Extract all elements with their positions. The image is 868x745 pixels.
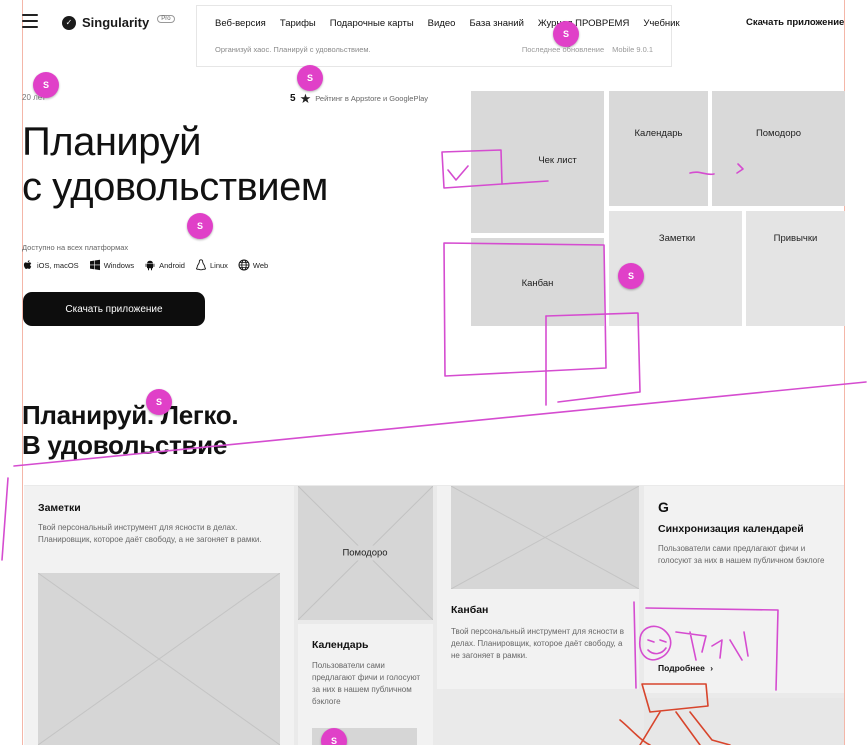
card-notes-image (38, 573, 280, 745)
last-update-version: Mobile 9.0.1 (612, 45, 653, 54)
tile-calendar[interactable]: Календарь (609, 91, 708, 206)
more-link-label: Подробнее (658, 663, 705, 673)
card-notes[interactable]: Заметки Твой персональный инструмент для… (24, 486, 294, 745)
platform-windows-label: Windows (103, 260, 135, 270)
tile-checklist[interactable]: Чек лист (471, 91, 604, 233)
platform-windows[interactable]: Windows (89, 259, 134, 271)
platform-web[interactable]: Web (238, 259, 268, 271)
tile-notes-label: Заметки (658, 233, 696, 244)
platform-linux-label: Linux (209, 260, 228, 270)
card-pomodoro[interactable]: Помодоро (298, 486, 433, 620)
card-pomodoro-label: Помодоро (330, 545, 400, 561)
tile-checklist-label: Чек лист (538, 154, 577, 166)
card-kanban-title: Канбан (451, 604, 489, 616)
features-title: Планируй. Легко. В удовольствие (22, 400, 239, 460)
nav-item-video[interactable]: Видео (428, 18, 456, 29)
card-next (644, 698, 844, 745)
tile-habits[interactable]: Привычки (746, 211, 845, 326)
tile-calendar-label: Календарь (634, 128, 683, 139)
rating: 5 ★ Рейтинг в Appstore и GooglePlay (290, 92, 428, 105)
tile-kanban[interactable]: Канбан (471, 238, 604, 326)
tile-habits-label: Привычки (773, 233, 818, 244)
card-calendar-sync[interactable]: G Синхронизация календарей Пользователи … (644, 486, 844, 693)
windows-icon (89, 259, 100, 271)
nav-item-gift-cards[interactable]: Подарочные карты (330, 18, 414, 29)
platforms-caption: Доступно на всех платформах (22, 243, 129, 252)
download-link[interactable]: Скачать приложение (746, 17, 844, 28)
tile-kanban-label: Канбан (521, 277, 554, 289)
tile-pomodoro-label: Помодоро (755, 128, 802, 139)
platform-apple-label: iOS, macOS (37, 260, 79, 270)
more-link[interactable]: Подробнее › (658, 663, 713, 673)
tile-pomodoro[interactable]: Помодоро (712, 91, 845, 206)
rating-value: 5 (290, 93, 296, 104)
card-notes-title: Заметки (38, 502, 81, 514)
card-calendar-title: Календарь (312, 639, 369, 651)
globe-icon (238, 259, 250, 271)
logo[interactable]: ✓ Singularity Pro (62, 14, 175, 30)
comment-marker[interactable]: S (297, 65, 323, 91)
card-kanban-image (451, 486, 639, 589)
card-calendar-text: Пользователи сами предлагают фичи и голо… (312, 661, 421, 706)
logo-check-icon: ✓ (62, 15, 76, 30)
tagline: Организуй хаос. Планируй с удовольствием… (215, 45, 371, 54)
card-notes-text: Твой персональный инструмент для ясности… (38, 523, 262, 544)
comment-marker[interactable]: S (187, 213, 213, 239)
chevron-right-icon: › (710, 663, 714, 673)
download-button[interactable]: Скачать приложение (23, 292, 205, 326)
nav-item-tutorial[interactable]: Учебник (643, 18, 679, 29)
rating-text: Рейтинг в Appstore и GooglePlay (315, 94, 429, 103)
nav-item-pricing[interactable]: Тарифы (280, 18, 316, 29)
platform-web-label: Web (252, 260, 269, 270)
star-icon: ★ (299, 91, 312, 106)
comment-marker[interactable]: S (146, 389, 172, 415)
logo-text: Singularity (82, 15, 150, 30)
comment-marker[interactable]: S (33, 72, 59, 98)
hero-title: Планируй с удовольствием (22, 120, 328, 209)
linux-icon (195, 259, 207, 271)
platform-apple[interactable]: iOS, macOS (22, 259, 79, 271)
card-kanban-text: Твой персональный инструмент для ясности… (451, 627, 624, 660)
google-icon: G (658, 499, 669, 515)
platform-linux[interactable]: Linux (195, 259, 228, 271)
nav-item-knowledge-base[interactable]: База знаний (469, 18, 523, 29)
card-sync-text: Пользователи сами предлагают фичи и голо… (658, 544, 825, 565)
nav-panel: Веб-версия Тарифы Подарочные карты Видео… (196, 5, 680, 67)
menu-icon[interactable] (22, 14, 38, 28)
layout-guide-left (22, 0, 23, 745)
platform-android[interactable]: Android (144, 259, 185, 271)
platform-android-label: Android (159, 260, 185, 270)
card-kanban[interactable]: Канбан Твой персональный инструмент для … (437, 486, 639, 689)
main-nav: Веб-версия Тарифы Подарочные карты Видео… (215, 18, 680, 29)
nav-item-web[interactable]: Веб-версия (215, 18, 266, 29)
comment-marker[interactable]: S (618, 263, 644, 289)
nav-item-journal[interactable]: Журнал ПРОВРЕМЯ (538, 18, 629, 29)
logo-badge: Pro (157, 14, 175, 23)
platform-list: iOS, macOS Windows Android Linux Web (22, 259, 268, 271)
apple-icon (23, 260, 32, 269)
card-sync-title: Синхронизация календарей (658, 523, 804, 535)
card-calendar[interactable]: Календарь Пользователи сами предлагают ф… (298, 624, 433, 745)
comment-marker[interactable]: S (553, 21, 579, 47)
last-update: Последнее обновление Mobile 9.0.1 (522, 45, 653, 54)
android-icon (145, 260, 155, 271)
